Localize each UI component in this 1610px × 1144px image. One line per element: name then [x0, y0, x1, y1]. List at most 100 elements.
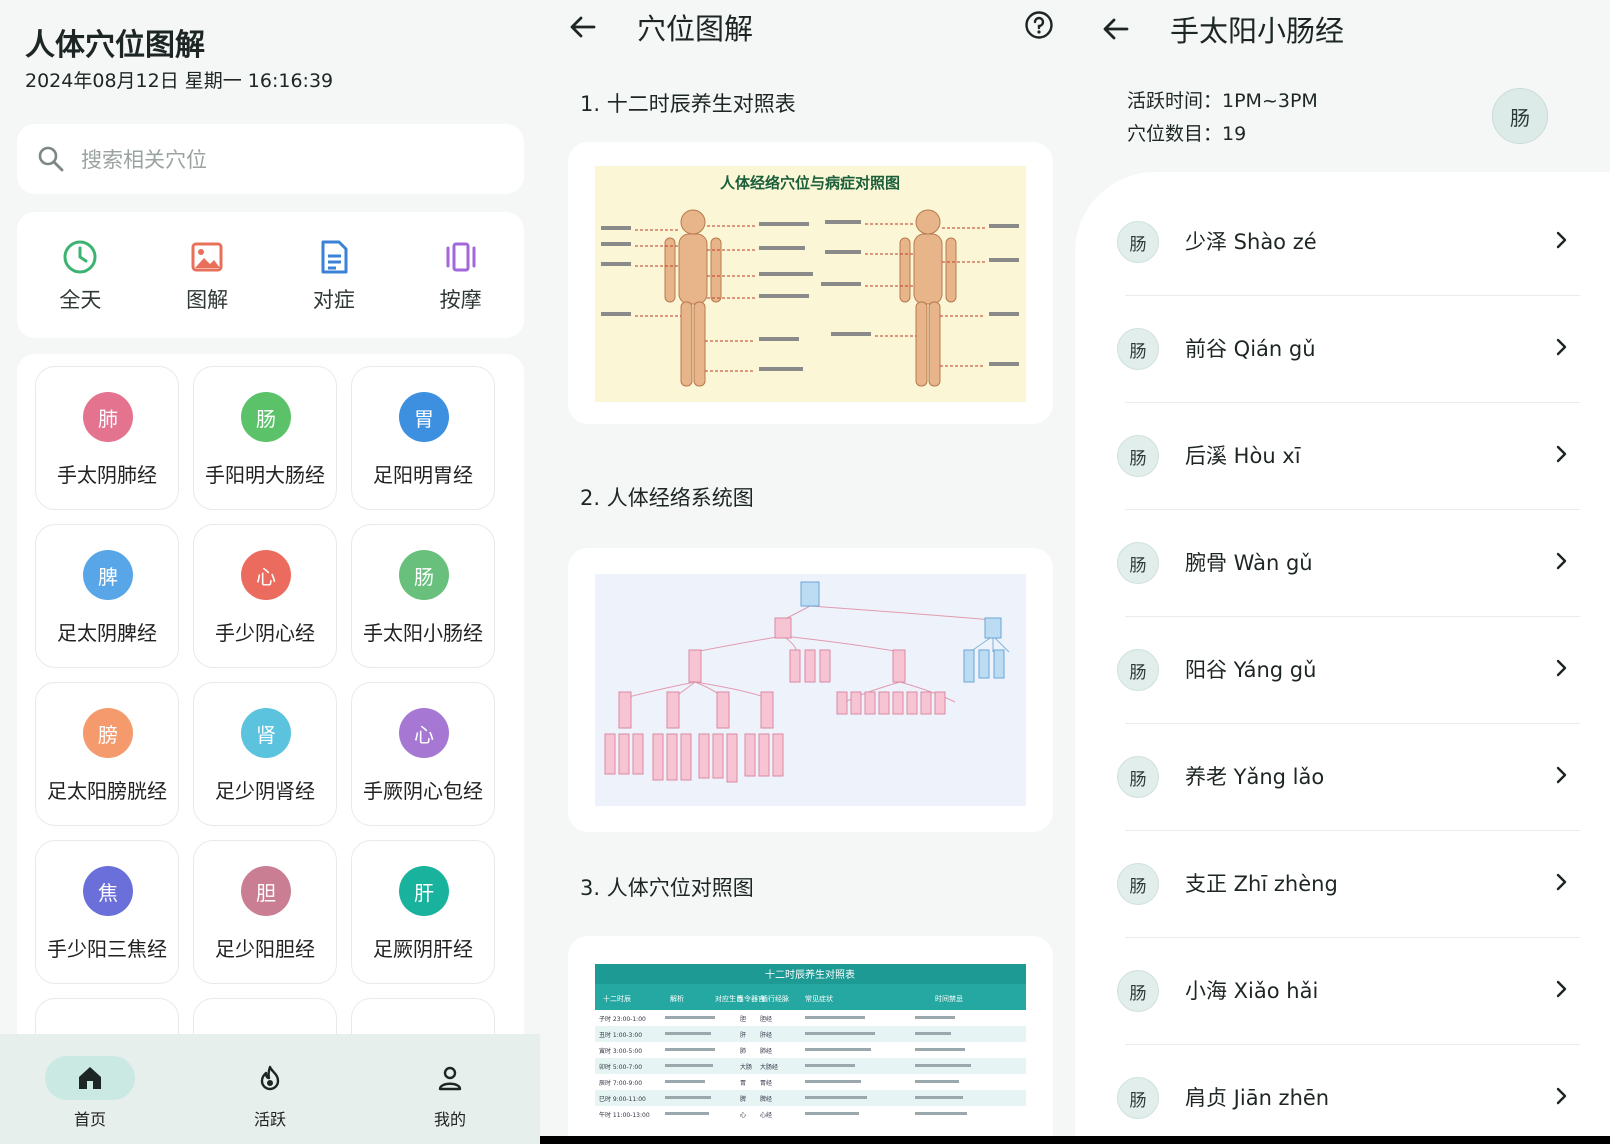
acupoint-row[interactable]: 肠 腕骨 Wàn gǔ — [1075, 507, 1610, 617]
table-image-caption: 十二时辰养生对照表 — [765, 968, 855, 981]
table-cell: 辰时 7:00-9:00 — [599, 1079, 642, 1087]
search-input[interactable]: 搜索相关穴位 — [81, 144, 207, 174]
section-title: 2. 人体经络系统图 — [580, 486, 754, 510]
meridian-tile[interactable]: 焦 手少阳三焦经 — [35, 840, 179, 984]
chevron-right-icon — [1556, 1087, 1567, 1105]
meridian-tile[interactable] — [35, 998, 179, 1034]
help-icon[interactable] — [1024, 10, 1054, 40]
meridian-badge: 肺 — [83, 392, 133, 442]
meridian-tile[interactable]: 肺 手太阴肺经 — [35, 366, 179, 510]
table-cell: 胆经 — [760, 1015, 772, 1023]
acupoint-name: 肩贞 Jiān zhēn — [1185, 1086, 1330, 1110]
chevron-right-icon — [1556, 980, 1567, 998]
chevron-right-icon — [1556, 873, 1567, 891]
quick-action-massage[interactable]: 按摩 — [397, 212, 524, 338]
meridian-tile[interactable]: 肠 手阳明大肠经 — [193, 366, 337, 510]
meridian-name: 足少阴肾经 — [215, 779, 315, 803]
table-cell: 巳时 9:00-11:00 — [599, 1095, 646, 1103]
tab-active-indicator — [45, 1056, 135, 1100]
meridian-tile[interactable]: 胃 足阳明胃经 — [351, 366, 495, 510]
screen-bottom-edge — [540, 1136, 1075, 1144]
quick-actions: 全天 图解 对症 按摩 — [17, 212, 524, 338]
meridian-tile[interactable] — [351, 998, 495, 1034]
meridian-tile[interactable]: 心 手少阴心经 — [193, 524, 337, 668]
back-arrow-icon[interactable] — [568, 12, 598, 42]
acupoint-row[interactable]: 肠 后溪 Hòu xī — [1075, 400, 1610, 510]
acupoint-name: 腕骨 Wàn gǔ — [1185, 551, 1313, 575]
table-cell: 丑时 1:00-3:00 — [599, 1031, 642, 1039]
meridian-detail-screen: 手太阳小肠经 活跃时间：1PM~3PM 穴位数目：19 肠 肠 少泽 Shào … — [1075, 0, 1610, 1144]
meridian-badge: 胃 — [399, 392, 449, 442]
table-cell: 肺 — [740, 1048, 746, 1055]
acupoint-row[interactable]: 肠 少泽 Shào zé — [1075, 186, 1610, 296]
table-cell: 肺经 — [760, 1047, 772, 1055]
tab-active[interactable]: 活跃 — [180, 1034, 360, 1144]
home-icon — [79, 1067, 101, 1089]
acupoint-row[interactable]: 肠 支正 Zhī zhèng — [1075, 828, 1610, 938]
chevron-right-icon — [1556, 659, 1567, 677]
acupoint-chart-image: 人体经络穴位与病症对照图 — [595, 166, 1026, 402]
table-header-cell: 十二时辰 — [603, 994, 631, 1003]
meridian-tile[interactable]: 肠 手太阳小肠经 — [351, 524, 495, 668]
meridian-badge: 肝 — [399, 866, 449, 916]
acupoint-badge: 肠 — [1117, 542, 1159, 584]
search-bar[interactable]: 搜索相关穴位 — [17, 124, 524, 194]
chevron-right-icon — [1556, 445, 1567, 463]
illustration-card[interactable]: 人体经络穴位与病症对照图 — [568, 142, 1053, 424]
section-title: 1. 十二时辰养生对照表 — [580, 92, 796, 116]
acupoint-name: 前谷 Qián gǔ — [1185, 337, 1316, 361]
meridian-tile[interactable]: 肝 足厥阴肝经 — [351, 840, 495, 984]
user-icon — [438, 1066, 462, 1091]
quick-action-label: 对症 — [312, 288, 355, 312]
table-cell: 心 — [740, 1112, 746, 1119]
meridian-name: 手厥阴心包经 — [363, 779, 483, 803]
acupoint-badge: 肠 — [1117, 221, 1159, 263]
acupoint-name: 小海 Xiǎo hǎi — [1185, 979, 1319, 1003]
meridian-tile[interactable] — [193, 998, 337, 1034]
active-time-label: 活跃时间： — [1127, 90, 1223, 112]
quick-action-illustration[interactable]: 图解 — [144, 212, 271, 338]
meridian-name: 手阳明大肠经 — [205, 463, 325, 487]
meridian-tile[interactable]: 心 手厥阴心包经 — [351, 682, 495, 826]
current-datetime: 2024年08月12日 星期一 16:16:39 — [25, 70, 334, 92]
massage-icon — [446, 242, 476, 272]
meridian-name: 足太阳膀胱经 — [47, 779, 167, 803]
acupoint-row[interactable]: 肠 肩贞 Jiān zhēn — [1075, 1042, 1610, 1144]
meridian-tile[interactable]: 脾 足太阴脾经 — [35, 524, 179, 668]
meridian-name: 手少阴心经 — [215, 621, 315, 645]
active-time-value: 1PM~3PM — [1222, 90, 1318, 112]
acupoint-count-value: 19 — [1222, 123, 1247, 145]
tab-home[interactable]: 首页 — [0, 1034, 180, 1144]
acupoint-row[interactable]: 肠 阳谷 Yáng gǔ — [1075, 614, 1610, 724]
screen-bottom-edge — [1075, 1136, 1610, 1144]
table-cell: 肝 — [740, 1032, 746, 1039]
quick-action-symptoms[interactable]: 对症 — [271, 212, 398, 338]
quick-action-all-day[interactable]: 全天 — [17, 212, 144, 338]
meridian-name: 足阳明胃经 — [373, 463, 473, 487]
page-title: 穴位图解 — [637, 12, 754, 46]
acupoint-badge: 肠 — [1117, 649, 1159, 691]
table-cell: 胃经 — [760, 1079, 772, 1087]
tab-mine[interactable]: 我的 — [360, 1034, 540, 1144]
meridian-tile[interactable]: 胆 足少阳胆经 — [193, 840, 337, 984]
acupoint-count: 穴位数目：19 — [1127, 119, 1246, 146]
table-header-cell: 解析 — [670, 994, 684, 1003]
acupoint-badge: 肠 — [1117, 863, 1159, 905]
meridian-tile[interactable]: 肾 足少阴肾经 — [193, 682, 337, 826]
meridian-badge: 脾 — [83, 550, 133, 600]
illustration-card[interactable] — [568, 548, 1053, 832]
acupoint-row[interactable]: 肠 养老 Yǎng lǎo — [1075, 721, 1610, 831]
app-title: 人体穴位图解 — [25, 28, 205, 63]
acupoint-row[interactable]: 肠 前谷 Qián gǔ — [1075, 293, 1610, 403]
acupoint-row[interactable]: 肠 小海 Xiǎo hǎi — [1075, 935, 1610, 1045]
back-arrow-icon[interactable] — [1101, 14, 1131, 44]
meridian-name: 足少阳胆经 — [215, 937, 315, 961]
meridian-name: 手少阳三焦经 — [47, 937, 167, 961]
table-cell: 胆 — [740, 1016, 746, 1023]
meridian-grid: 肺 手太阴肺经 肠 手阳明大肠经 胃 足阳明胃经 脾 足太阴脾经 心 手少阴心经… — [17, 354, 524, 1034]
meridian-tile[interactable]: 膀 足太阳膀胱经 — [35, 682, 179, 826]
acupoint-list: 肠 少泽 Shào zé 肠 前谷 Qián gǔ 肠 后溪 Hòu xī 肠 … — [1075, 172, 1610, 1144]
quick-action-label: 图解 — [186, 288, 229, 312]
acupoint-name: 后溪 Hòu xī — [1185, 444, 1301, 468]
illustration-card[interactable]: 十二时辰养生对照表 十二时辰 解析 对应生肖 当令器官 循行经脉 常见症状 时间… — [568, 936, 1053, 1144]
